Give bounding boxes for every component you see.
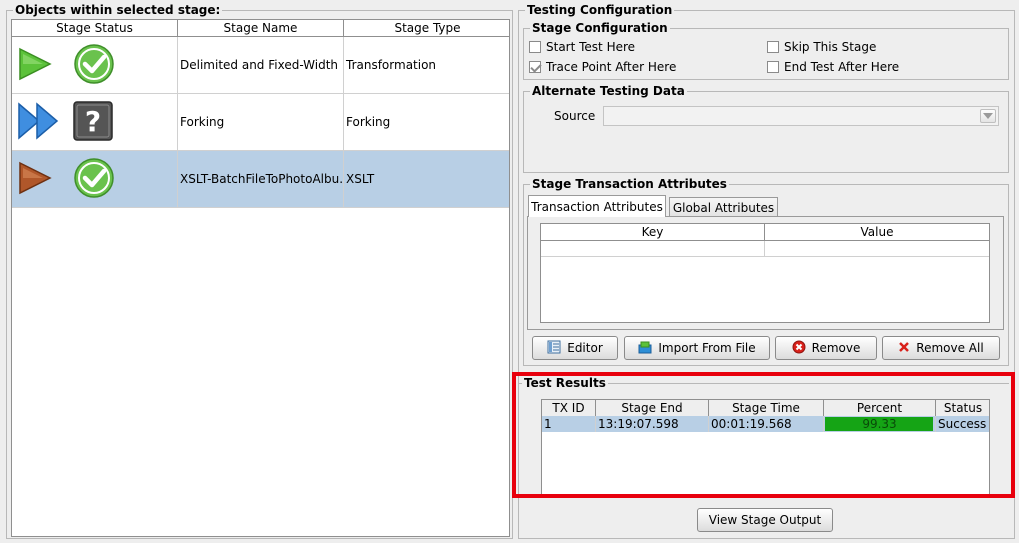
stage-type-cell: Forking [346,115,391,129]
alternate-testing-data-title: Alternate Testing Data [530,84,687,98]
col-key[interactable]: Key [541,224,765,240]
stage-transaction-attributes-title: Stage Transaction Attributes [530,177,729,191]
view-stage-output-label: View Stage Output [708,513,822,527]
editor-label: Editor [567,341,603,355]
col-stage-time[interactable]: Stage Time [709,400,824,416]
editor-button[interactable]: Editor [532,336,618,360]
source-label: Source [554,109,596,123]
stage-end-cell: 13:19:07.598 [596,416,709,432]
close-icon [898,341,910,356]
alternate-testing-data-group: Alternate Testing Data [523,84,1009,173]
start-test-label: Start Test Here [546,40,636,54]
play-brown-icon [17,160,53,199]
test-results-title: Test Results [522,376,608,390]
table-row-selected[interactable]: 1 13:19:07.598 00:01:19.568 99.33 Succes… [542,416,989,432]
view-stage-output-button[interactable]: View Stage Output [697,508,833,532]
col-percent[interactable]: Percent [824,400,936,416]
col-value[interactable]: Value [765,224,989,240]
stage-status-cell: ? [12,94,178,150]
question-square-icon: ? [72,100,114,145]
skip-stage-label: Skip This Stage [784,40,877,54]
tab-transaction-attributes[interactable]: Transaction Attributes [528,195,666,217]
stage-name-cell: Delimited and Fixed-Width F... [178,37,344,93]
tx-id-cell: 1 [542,416,596,432]
tab-global-attributes[interactable]: Global Attributes [669,197,778,217]
table-row[interactable] [541,241,989,257]
start-test-checkbox[interactable]: Start Test Here [529,40,635,54]
trace-point-label: Trace Point After Here [546,60,677,74]
remove-button[interactable]: Remove [775,336,877,360]
col-tx-id[interactable]: TX ID [542,400,596,416]
testing-configuration-title: Testing Configuration [525,3,675,17]
stage-status-cell [12,151,178,207]
trace-point-box[interactable] [529,61,541,73]
stage-name-cell: Forking [178,94,344,150]
check-circle-icon [73,43,115,88]
import-label: Import From File [658,341,756,355]
objects-table-header: Stage Status Stage Name Stage Type [12,20,509,37]
remove-label: Remove [811,341,861,355]
stage-time-cell: 00:01:19.568 [709,416,824,432]
stage-type-cell: Transformation [346,58,437,72]
source-select[interactable] [603,106,999,126]
col-stage-type[interactable]: Stage Type [344,20,511,36]
editor-icon [547,340,561,357]
col-stage-status[interactable]: Stage Status [12,20,178,36]
objects-table: Stage Status Stage Name Stage Type Delim… [11,19,510,537]
end-test-box[interactable] [767,61,779,73]
start-test-box[interactable] [529,41,541,53]
import-icon [638,340,652,357]
chevron-down-icon[interactable] [980,109,996,123]
remove-icon [792,340,806,357]
value-cell [765,241,989,256]
col-stage-end[interactable]: Stage End [596,400,709,416]
stage-status-cell [12,37,178,93]
test-results-header: TX ID Stage End Stage Time Percent Statu… [542,400,989,417]
stage-name-cell: XSLT-BatchFileToPhotoAlbu... [178,151,344,207]
end-test-checkbox[interactable]: End Test After Here [767,60,899,74]
objects-panel-title: Objects within selected stage: [13,3,223,17]
end-test-label: End Test After Here [784,60,900,74]
key-cell [541,241,765,256]
trace-point-checkbox[interactable]: Trace Point After Here [529,60,676,74]
skip-stage-checkbox[interactable]: Skip This Stage [767,40,876,54]
attributes-table: Key Value [540,223,990,323]
col-stage-name[interactable]: Stage Name [178,20,344,36]
remove-all-button[interactable]: Remove All [882,336,1000,360]
percent-cell: 99.33 [824,416,936,432]
test-results-table: TX ID Stage End Stage Time Percent Statu… [541,399,990,495]
svg-text:?: ? [85,105,101,138]
stage-configuration-title: Stage Configuration [530,21,670,35]
attributes-table-header: Key Value [541,224,989,241]
skip-stage-box[interactable] [767,41,779,53]
play-green-icon [17,46,53,85]
import-from-file-button[interactable]: Import From File [624,336,770,360]
remove-all-label: Remove All [916,341,984,355]
table-row[interactable]: ? Forking Forking [12,94,509,151]
percent-value: 99.33 [862,417,897,431]
col-status[interactable]: Status [936,400,990,416]
check-circle-icon [73,157,115,202]
percent-progress-bar: 99.33 [825,417,934,431]
status-cell: Success [938,417,987,431]
table-row-selected[interactable]: XSLT-BatchFileToPhotoAlbu... XSLT [12,151,509,208]
stage-type-cell: XSLT [346,172,375,186]
table-row[interactable]: Delimited and Fixed-Width F... Transform… [12,37,509,94]
fast-forward-blue-icon [17,101,61,144]
